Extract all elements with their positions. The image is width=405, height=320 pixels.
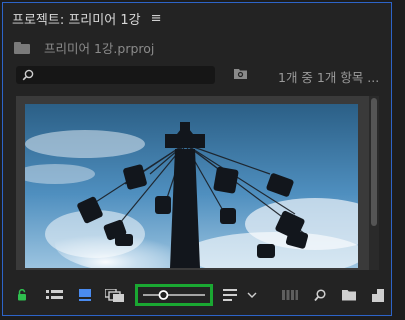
new-search-bin-icon[interactable] [234,68,247,79]
zoom-slider-highlight [135,284,213,306]
panel-header[interactable]: 프로젝트: 프리미어 1강 ≡ [12,9,162,28]
panel-title: 프로젝트: 프리미어 1강 [12,12,141,28]
freeform-view-icon[interactable] [103,284,125,306]
vertical-scrollbar[interactable] [369,96,379,270]
automate-to-sequence-icon[interactable] [280,284,300,306]
list-view-icon[interactable] [44,284,64,306]
sort-icon[interactable] [222,284,238,306]
search-icon [22,69,34,81]
folder-icon [14,41,30,54]
search-row: 1개 중 1개 항목 ... [16,66,396,85]
item-count-label: 1개 중 1개 항목 ... [278,70,380,85]
new-bin-icon[interactable] [340,284,358,306]
lock-icon[interactable] [14,284,30,306]
bin-content-area [16,96,369,270]
sort-dropdown-chevron-icon[interactable] [245,284,259,306]
icon-view-icon[interactable] [76,284,94,306]
search-input[interactable] [16,66,215,84]
find-icon[interactable] [312,284,328,306]
panel-menu-icon[interactable]: ≡ [151,11,162,26]
project-filename: 프리미어 1강.prproj [44,41,155,56]
project-file-row: 프리미어 1강.prproj [14,38,154,57]
clip-thumbnail[interactable] [25,104,358,268]
new-item-icon[interactable] [370,284,386,306]
scrollbar-thumb[interactable] [371,98,377,226]
